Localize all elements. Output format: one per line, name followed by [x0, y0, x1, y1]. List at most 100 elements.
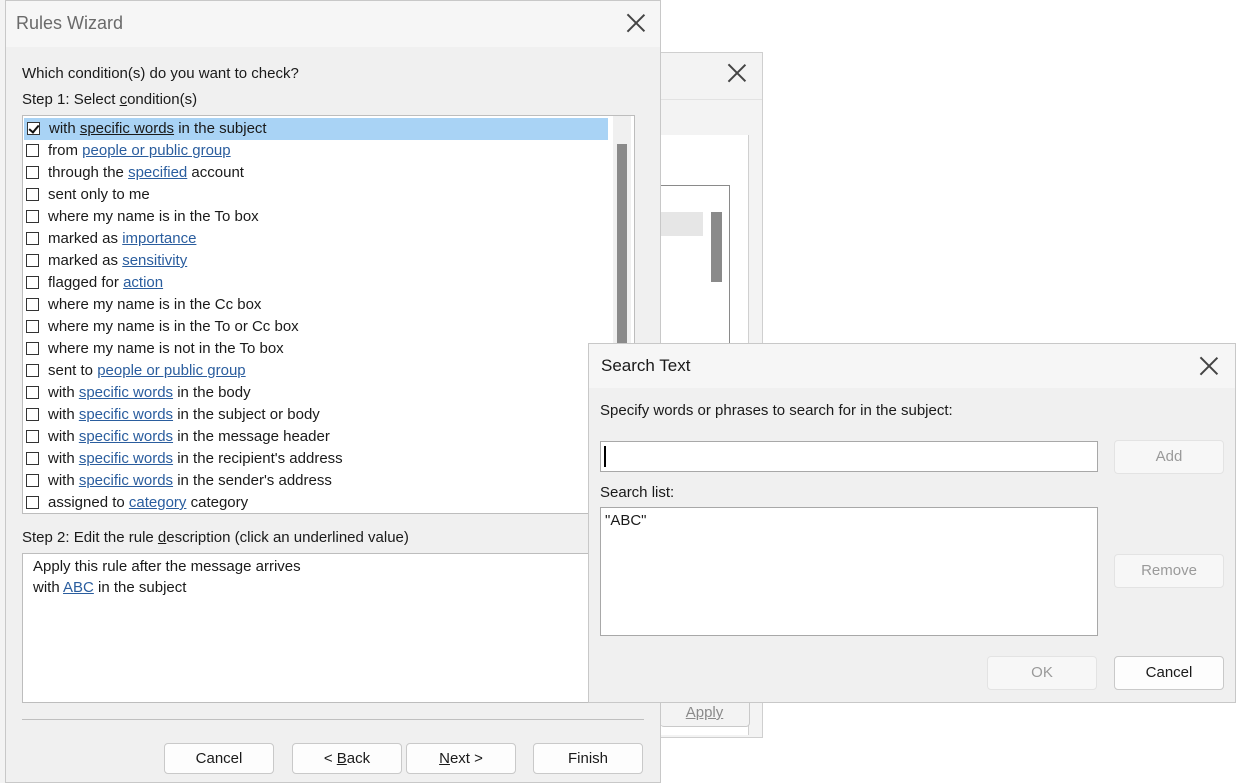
condition-label: sent to people or public group	[48, 362, 246, 379]
condition-row[interactable]: with specific words in the subject	[24, 118, 608, 140]
rule-description-line1: Apply this rule after the message arrive…	[33, 558, 301, 575]
condition-checkbox[interactable]	[26, 298, 39, 311]
condition-checkbox[interactable]	[26, 210, 39, 223]
condition-row[interactable]: sent only to me	[23, 184, 611, 206]
background-list-row	[660, 212, 703, 236]
condition-value-link[interactable]: importance	[122, 230, 196, 247]
condition-checkbox[interactable]	[26, 364, 39, 377]
condition-label: flagged for action	[48, 274, 164, 291]
rule-description-line2: with ABC in the subject	[33, 579, 187, 596]
background-close-icon[interactable]	[727, 63, 747, 83]
condition-checkbox[interactable]	[26, 452, 39, 465]
condition-label: through the specified account	[48, 164, 244, 181]
condition-label: with specific words in the recipient's a…	[48, 450, 343, 467]
condition-row[interactable]: where my name is in the To box	[23, 206, 611, 228]
step1-label: Step 1: Select condition(s)	[22, 91, 198, 108]
condition-value-link[interactable]: action	[123, 274, 163, 291]
condition-checkbox[interactable]	[26, 254, 39, 267]
condition-checkbox[interactable]	[27, 122, 40, 135]
condition-value-link[interactable]: specified	[128, 164, 187, 181]
condition-row[interactable]: sent to people or public group	[23, 360, 611, 382]
condition-checkbox[interactable]	[26, 496, 39, 509]
condition-value-link[interactable]: people or public group	[97, 362, 245, 379]
ok-button[interactable]: OK	[987, 656, 1097, 690]
condition-row[interactable]: with specific words in the body	[23, 382, 611, 404]
condition-row[interactable]: with specific words in the recipient's a…	[23, 448, 611, 470]
text-caret	[604, 446, 606, 467]
add-button[interactable]: Add	[1114, 440, 1224, 474]
rules-wizard-titlebar: Rules Wizard	[6, 1, 660, 47]
search-text-close-icon[interactable]	[1199, 356, 1219, 376]
condition-checkbox[interactable]	[26, 232, 39, 245]
condition-row[interactable]: flagged for action	[23, 272, 611, 294]
conditions-question: Which condition(s) do you want to check?	[22, 65, 299, 82]
condition-row[interactable]: assigned to category category	[23, 492, 611, 513]
condition-value-link[interactable]: people or public group	[82, 142, 230, 159]
condition-row[interactable]: where my name is not in the To box	[23, 338, 611, 360]
condition-label: where my name is not in the To box	[48, 340, 284, 357]
condition-label: with specific words in the subject	[49, 120, 267, 137]
search-text-dialog: Search Text Specify words or phrases to …	[588, 343, 1236, 703]
search-cancel-button[interactable]: Cancel	[1114, 656, 1224, 690]
condition-label: where my name is in the To or Cc box	[48, 318, 299, 335]
condition-label: with specific words in the body	[48, 384, 251, 401]
condition-row[interactable]: with specific words in the subject or bo…	[23, 404, 611, 426]
condition-row[interactable]: marked as importance	[23, 228, 611, 250]
condition-checkbox[interactable]	[26, 474, 39, 487]
cancel-button[interactable]: Cancel	[164, 743, 274, 774]
condition-value-link[interactable]: category	[129, 494, 187, 511]
condition-label: marked as importance	[48, 230, 197, 247]
condition-value-link[interactable]: specific words	[79, 472, 173, 489]
condition-value-link[interactable]: sensitivity	[122, 252, 187, 269]
rules-wizard-close-icon[interactable]	[626, 13, 646, 33]
condition-label: marked as sensitivity	[48, 252, 188, 269]
remove-button[interactable]: Remove	[1114, 554, 1224, 588]
condition-value-link[interactable]: specific words	[79, 450, 173, 467]
condition-checkbox[interactable]	[26, 320, 39, 333]
footer-divider	[22, 719, 644, 720]
condition-checkbox[interactable]	[26, 144, 39, 157]
next-button[interactable]: Next >	[406, 743, 516, 774]
condition-label: from people or public group	[48, 142, 231, 159]
search-list-label: Search list:	[600, 484, 675, 501]
back-button[interactable]: < Back	[292, 743, 402, 774]
search-prompt: Specify words or phrases to search for i…	[600, 402, 953, 419]
finish-button[interactable]: Finish	[533, 743, 643, 774]
condition-checkbox[interactable]	[26, 276, 39, 289]
abc-value-link[interactable]: ABC	[63, 579, 94, 596]
condition-value-link[interactable]: specific words	[80, 120, 174, 137]
background-scroll-thumb[interactable]	[711, 212, 722, 282]
condition-label: where my name is in the To box	[48, 208, 259, 225]
condition-value-link[interactable]: specific words	[79, 406, 173, 423]
condition-label: sent only to me	[48, 186, 150, 203]
background-apply-button[interactable]: Apply	[660, 699, 750, 727]
condition-row[interactable]: where my name is in the To or Cc box	[23, 316, 611, 338]
step2-label: Step 2: Edit the rule description (click…	[22, 529, 409, 546]
condition-label: assigned to category category	[48, 494, 249, 511]
condition-checkbox[interactable]	[26, 166, 39, 179]
rule-description-box: Apply this rule after the message arrive…	[22, 553, 635, 703]
condition-checkbox[interactable]	[26, 430, 39, 443]
condition-label: with specific words in the message heade…	[48, 428, 330, 445]
condition-row[interactable]: through the specified account	[23, 162, 611, 184]
condition-value-link[interactable]: specific words	[79, 384, 173, 401]
condition-value-link[interactable]: specific words	[79, 428, 173, 445]
condition-row[interactable]: with specific words in the sender's addr…	[23, 470, 611, 492]
search-list-item[interactable]: "ABC"	[605, 512, 647, 529]
condition-row[interactable]: where my name is in the Cc box	[23, 294, 611, 316]
search-words-input[interactable]	[600, 441, 1098, 472]
conditions-scroll-thumb[interactable]	[617, 144, 627, 354]
search-text-titlebar: Search Text	[589, 344, 1235, 388]
condition-label: where my name is in the Cc box	[48, 296, 262, 313]
search-text-title: Search Text	[601, 356, 691, 375]
condition-checkbox[interactable]	[26, 386, 39, 399]
search-list[interactable]: "ABC"	[600, 507, 1098, 636]
rules-wizard-dialog: Rules Wizard Which condition(s) do you w…	[5, 0, 661, 783]
condition-row[interactable]: marked as sensitivity	[23, 250, 611, 272]
condition-checkbox[interactable]	[26, 188, 39, 201]
conditions-list[interactable]: with specific words in the subject from p…	[22, 115, 635, 514]
condition-row[interactable]: from people or public group	[23, 140, 611, 162]
condition-row[interactable]: with specific words in the message heade…	[23, 426, 611, 448]
condition-checkbox[interactable]	[26, 408, 39, 421]
condition-checkbox[interactable]	[26, 342, 39, 355]
